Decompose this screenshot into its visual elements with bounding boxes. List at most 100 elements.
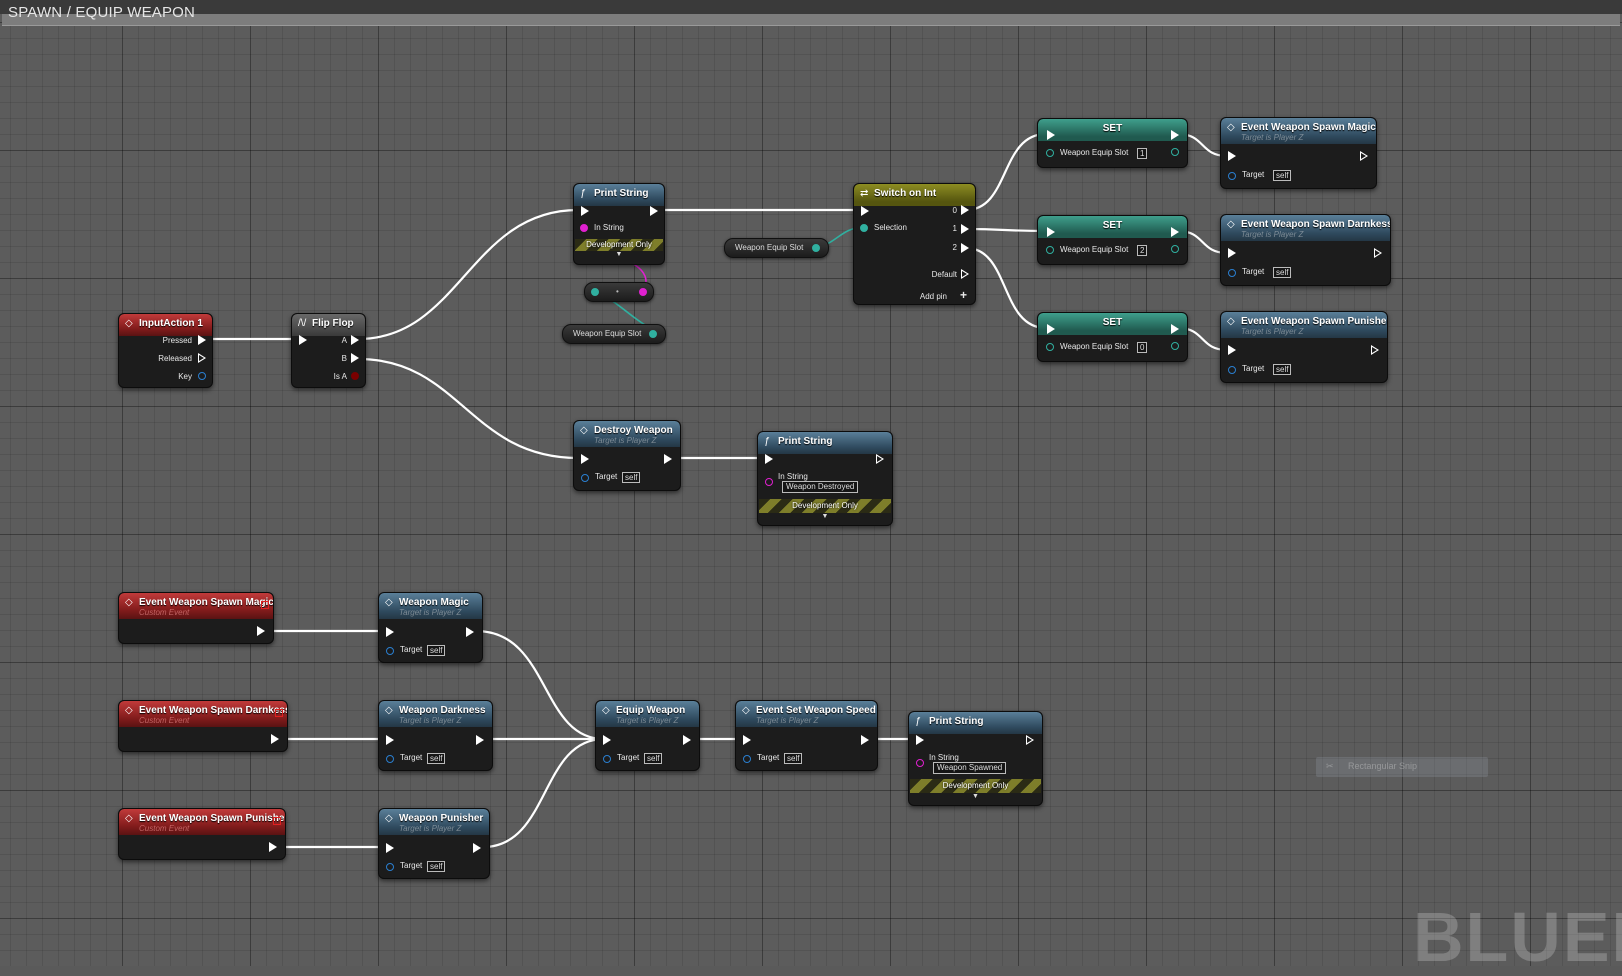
conversion-out-pin[interactable] bbox=[639, 288, 647, 296]
destroy-weapon-node[interactable]: ◇ Destroy Weapon Target is Player Z Target… bbox=[573, 420, 681, 491]
event-set-weapon-speed-node[interactable]: ◇ Event Set Weapon Speed Target is Player … bbox=[735, 700, 878, 771]
delegate-pin-icon[interactable] bbox=[275, 709, 283, 717]
target-pin[interactable] bbox=[1228, 269, 1236, 277]
value-out-pin[interactable] bbox=[1171, 245, 1179, 253]
exec-out-pin[interactable] bbox=[861, 735, 869, 745]
value-out-pin[interactable] bbox=[1171, 342, 1179, 350]
int-to-string-conversion-node[interactable]: • bbox=[584, 282, 654, 302]
exec-out-pin[interactable] bbox=[1171, 130, 1179, 140]
exec-out-pin-0[interactable] bbox=[961, 205, 969, 215]
value-out-pin[interactable] bbox=[1171, 148, 1179, 156]
call-event-weapon-spawn-magic-node[interactable]: ◇ Event Weapon Spawn Magic Target is Playe… bbox=[1220, 117, 1377, 189]
exec-in-pin[interactable] bbox=[765, 454, 773, 464]
target-self-field[interactable]: self bbox=[622, 472, 641, 483]
target-self-field[interactable]: self bbox=[784, 753, 803, 764]
exec-in-pin[interactable] bbox=[386, 627, 394, 637]
switch-on-int-node[interactable]: ⇄ Switch on Int Selection 0 1 2 Default A… bbox=[853, 183, 976, 305]
exec-out-pin[interactable] bbox=[269, 842, 277, 852]
exec-out-pin[interactable] bbox=[257, 626, 265, 636]
call-event-weapon-spawn-darkness-node[interactable]: ◇ Event Weapon Spawn Darnkess Target is Pl… bbox=[1220, 214, 1391, 286]
delegate-pin-icon[interactable] bbox=[261, 601, 269, 609]
exec-out-pin[interactable] bbox=[1171, 227, 1179, 237]
exec-in-pin[interactable] bbox=[299, 335, 307, 345]
target-self-field[interactable]: self bbox=[1273, 364, 1292, 375]
exec-out-pin[interactable] bbox=[664, 454, 672, 464]
target-self-field[interactable]: self bbox=[1273, 267, 1292, 278]
exec-out-pin[interactable] bbox=[1171, 324, 1179, 334]
exec-in-pin[interactable] bbox=[603, 735, 611, 745]
target-pin[interactable] bbox=[386, 755, 394, 763]
exec-out-pin-1[interactable] bbox=[961, 224, 969, 234]
exec-in-pin[interactable] bbox=[386, 735, 394, 745]
weapon-punisher-node[interactable]: ◇ Weapon Punisher Target is Player Z Targe… bbox=[378, 808, 490, 879]
exec-out-pin-2[interactable] bbox=[961, 243, 969, 253]
exec-out-pin[interactable] bbox=[650, 206, 658, 216]
target-self-field[interactable]: self bbox=[427, 861, 446, 872]
exec-out-pin[interactable] bbox=[473, 843, 481, 853]
in-string-value-field[interactable]: Weapon Destroyed bbox=[782, 481, 859, 493]
set-variable-node-2[interactable]: SET Weapon Equip Slot 2 bbox=[1037, 215, 1188, 265]
exec-in-pin[interactable] bbox=[916, 735, 924, 745]
weapon-darkness-node[interactable]: ◇ Weapon Darkness Target is Player Z Targe… bbox=[378, 700, 493, 771]
selection-pin[interactable] bbox=[860, 224, 868, 232]
value-field[interactable]: 0 bbox=[1137, 342, 1148, 353]
exec-out-pin[interactable] bbox=[1374, 248, 1382, 258]
in-string-pin[interactable] bbox=[916, 759, 924, 767]
exec-out-pin[interactable] bbox=[1360, 151, 1368, 161]
value-field[interactable]: 1 bbox=[1137, 148, 1148, 159]
set-variable-node-0[interactable]: SET Weapon Equip Slot 0 bbox=[1037, 312, 1188, 362]
exec-in-pin[interactable] bbox=[1047, 324, 1055, 334]
weapon-equip-slot-getter[interactable]: Weapon Equip Slot bbox=[562, 324, 666, 344]
target-self-field[interactable]: self bbox=[427, 753, 446, 764]
flip-flop-node[interactable]: /\/ Flip Flop A B Is A bbox=[291, 313, 366, 388]
target-pin[interactable] bbox=[1228, 172, 1236, 180]
conversion-in-pin[interactable] bbox=[591, 288, 599, 296]
exec-out-pin-default[interactable] bbox=[961, 269, 969, 279]
set-variable-node-1[interactable]: SET Weapon Equip Slot 1 bbox=[1037, 118, 1188, 168]
value-in-pin[interactable] bbox=[1046, 343, 1054, 351]
exec-out-pin[interactable] bbox=[466, 627, 474, 637]
exec-out-pin[interactable] bbox=[271, 734, 279, 744]
exec-pin-b[interactable] bbox=[351, 353, 359, 363]
exec-in-pin[interactable] bbox=[581, 206, 589, 216]
weapon-magic-node[interactable]: ◇ Weapon Magic Target is Player Z Target s… bbox=[378, 592, 483, 663]
input-action-node[interactable]: ◇ InputAction 1 Pressed Released Key bbox=[118, 313, 213, 388]
variable-out-pin[interactable] bbox=[649, 330, 657, 338]
exec-pin-a[interactable] bbox=[351, 335, 359, 345]
delegate-pin-icon[interactable] bbox=[273, 817, 281, 825]
target-pin[interactable] bbox=[386, 863, 394, 871]
target-pin[interactable] bbox=[1228, 366, 1236, 374]
value-in-pin[interactable] bbox=[1046, 149, 1054, 157]
exec-in-pin[interactable] bbox=[1047, 227, 1055, 237]
exec-in-pin[interactable] bbox=[743, 735, 751, 745]
custom-event-weapon-spawn-punisher-node[interactable]: ◇ Event Weapon Spawn Punisher Custom Event bbox=[118, 808, 286, 860]
target-self-field[interactable]: self bbox=[644, 753, 663, 764]
target-pin[interactable] bbox=[743, 755, 751, 763]
exec-out-pin[interactable] bbox=[683, 735, 691, 745]
in-string-pin[interactable] bbox=[580, 224, 588, 232]
target-pin[interactable] bbox=[581, 474, 589, 482]
call-event-weapon-spawn-punisher-node[interactable]: ◇ Event Weapon Spawn Punisher Target is Pl… bbox=[1220, 311, 1388, 383]
expand-arrow-icon[interactable]: ▼ bbox=[574, 251, 664, 258]
weapon-equip-slot-getter[interactable]: Weapon Equip Slot bbox=[724, 238, 829, 258]
exec-out-pin[interactable] bbox=[876, 454, 884, 464]
custom-event-weapon-spawn-darkness-node[interactable]: ◇ Event Weapon Spawn Darnkess Custom Event bbox=[118, 700, 288, 752]
target-self-field[interactable]: self bbox=[427, 645, 446, 656]
exec-pin-pressed[interactable] bbox=[198, 335, 206, 345]
exec-in-pin[interactable] bbox=[1228, 248, 1236, 258]
is-a-pin[interactable] bbox=[351, 372, 359, 380]
target-pin[interactable] bbox=[603, 755, 611, 763]
value-in-pin[interactable] bbox=[1046, 246, 1054, 254]
in-string-pin[interactable] bbox=[765, 478, 773, 486]
add-pin-icon[interactable]: + bbox=[960, 288, 967, 302]
print-string-node[interactable]: ƒ Print String In String Weapon Spawned D… bbox=[908, 711, 1043, 806]
variable-out-pin[interactable] bbox=[812, 244, 820, 252]
exec-in-pin[interactable] bbox=[581, 454, 589, 464]
target-self-field[interactable]: self bbox=[1273, 170, 1292, 181]
expand-arrow-icon[interactable]: ▼ bbox=[758, 513, 892, 520]
exec-in-pin[interactable] bbox=[1047, 130, 1055, 140]
exec-pin-released[interactable] bbox=[198, 353, 206, 363]
exec-out-pin[interactable] bbox=[1026, 735, 1034, 745]
exec-in-pin[interactable] bbox=[1228, 345, 1236, 355]
exec-in-pin[interactable] bbox=[386, 843, 394, 853]
